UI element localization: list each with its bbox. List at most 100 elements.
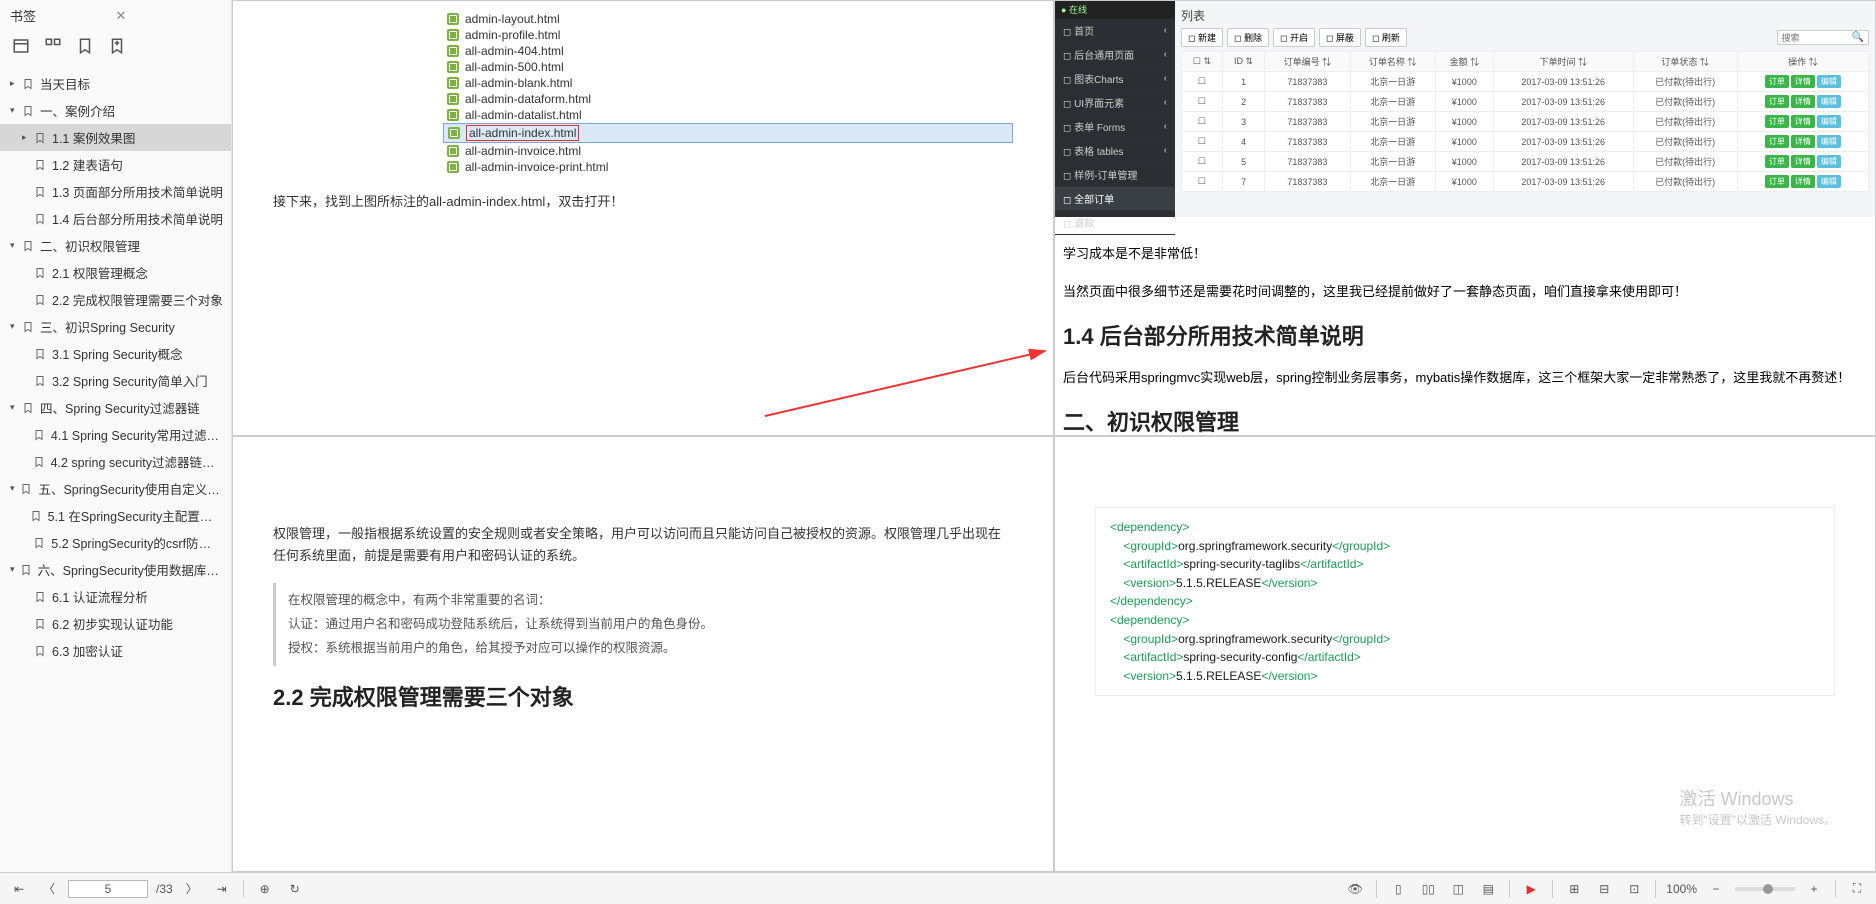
close-icon[interactable]: ✕	[116, 8, 222, 24]
tree-node[interactable]: 5.1 在SpringSecurity主配置文件中指定认证页面配置信息	[0, 502, 231, 529]
tree-node[interactable]: 4.2 spring security过滤器链加载原理	[0, 448, 231, 475]
tree-node[interactable]: 6.3 加密认证	[0, 637, 231, 664]
prev-page-icon[interactable]: 〈	[38, 878, 60, 900]
file-row[interactable]: admin-profile.html	[443, 27, 1013, 43]
bookmarks-title: 书签	[10, 6, 116, 25]
page-input[interactable]: 5	[68, 880, 148, 898]
toolbar-button[interactable]: ◻ 屏蔽	[1319, 28, 1361, 47]
toolbar-button[interactable]: ◻ 删除	[1227, 28, 1269, 47]
thumbnails-icon[interactable]	[44, 37, 62, 60]
file-list: admin-layout.htmladmin-profile.htmlall-a…	[443, 11, 1013, 175]
table-toolbar: ◻ 新建◻ 删除◻ 开启◻ 屏蔽◻ 刷新 🔍	[1181, 28, 1869, 47]
file-row[interactable]: admin-layout.html	[443, 11, 1013, 27]
panel-title: 列表	[1181, 7, 1869, 24]
table-row[interactable]: ☐271837383北京一日游¥10002017-03-09 13:51:26已…	[1182, 92, 1869, 112]
tree-node[interactable]: 1.2 建表语句	[0, 151, 231, 178]
paragraph: 后台代码采用springmvc实现web层，spring控制业务层事务，myba…	[1063, 367, 1867, 389]
file-row[interactable]: all-admin-datalist.html	[443, 107, 1013, 123]
nav-item[interactable]: ◻ 后台通用页面‹	[1055, 43, 1175, 67]
nav-item[interactable]: ◻ UI界面元素‹	[1055, 91, 1175, 115]
page-total: /33	[156, 882, 173, 896]
tree-node[interactable]: ▸当天目标	[0, 70, 231, 97]
paragraph: 权限管理，一般指根据系统设置的安全规则或者安全策略，用户可以访问而且只能访问自己…	[273, 523, 1013, 567]
tree-node[interactable]: 2.2 完成权限管理需要三个对象	[0, 286, 231, 313]
file-row[interactable]: all-admin-dataform.html	[443, 91, 1013, 107]
rotate-icon[interactable]: ↻	[284, 878, 306, 900]
layout-icon-1[interactable]: ⊞	[1563, 878, 1585, 900]
first-page-icon[interactable]: ⇤	[8, 878, 30, 900]
add-page-icon[interactable]: ⊕	[254, 878, 276, 900]
bookmarks-toolbar	[0, 31, 231, 70]
fullscreen-icon[interactable]: ⛶	[1846, 878, 1868, 900]
tree-node[interactable]: 3.2 Spring Security简单入门	[0, 367, 231, 394]
blockquote: 在权限管理的概念中，有两个非常重要的名词： 认证：通过用户名和密码成功登陆系统后…	[273, 583, 1013, 666]
book-icon[interactable]: ▤	[1477, 878, 1499, 900]
file-row[interactable]: all-admin-blank.html	[443, 75, 1013, 91]
zoom-level[interactable]: 100%	[1666, 882, 1697, 896]
file-row[interactable]: all-admin-404.html	[443, 43, 1013, 59]
table-row[interactable]: ☐771837383北京一日游¥10002017-03-09 13:51:26已…	[1182, 172, 1869, 192]
bookmark-icon[interactable]	[76, 37, 94, 60]
nav-item[interactable]: ◻ 全部订单	[1055, 187, 1175, 211]
zoom-in-icon[interactable]: +	[1803, 878, 1825, 900]
tree-node[interactable]: 5.2 SpringSecurity的csrf防护机制	[0, 529, 231, 556]
nav-item[interactable]: ◻ 首页‹	[1055, 19, 1175, 43]
nav-item[interactable]: ◻ 样例-订单管理	[1055, 163, 1175, 187]
next-page-icon[interactable]: 〉	[181, 878, 203, 900]
nav-item[interactable]: ◻ 表单 Forms‹	[1055, 115, 1175, 139]
tree-node[interactable]: ▾五、SpringSecurity使用自定义认证页面	[0, 475, 231, 502]
tree-node[interactable]: 6.1 认证流程分析	[0, 583, 231, 610]
tree-node[interactable]: ▾三、初识Spring Security	[0, 313, 231, 340]
outline-icon[interactable]	[12, 37, 30, 60]
red-arrow-annotation	[755, 341, 1055, 421]
single-page-icon[interactable]: ▯	[1387, 878, 1409, 900]
table-row[interactable]: ☐471837383北京一日游¥10002017-03-09 13:51:26已…	[1182, 132, 1869, 152]
two-page-icon[interactable]: ◫	[1447, 878, 1469, 900]
last-page-icon[interactable]: ⇥	[211, 878, 233, 900]
paragraph: 接下来，找到上图所标注的all-admin-index.html，双击打开！	[273, 191, 1013, 213]
page-bottom-left: 权限管理，一般指根据系统设置的安全规则或者安全策略，用户可以访问而且只能访问自己…	[232, 436, 1054, 872]
continuous-icon[interactable]: ▯▯	[1417, 878, 1439, 900]
tree-node[interactable]: ▾四、Spring Security过滤器链	[0, 394, 231, 421]
tree-node[interactable]: 2.1 权限管理概念	[0, 259, 231, 286]
eye-icon[interactable]: 👁	[1344, 878, 1366, 900]
tree-node[interactable]: 3.1 Spring Security概念	[0, 340, 231, 367]
table-row[interactable]: ☐171837383北京一日游¥10002017-03-09 13:51:26已…	[1182, 72, 1869, 92]
file-row[interactable]: all-admin-index.html	[443, 123, 1013, 143]
file-row[interactable]: all-admin-invoice.html	[443, 143, 1013, 159]
toolbar-button[interactable]: ◻ 刷新	[1365, 28, 1407, 47]
heading-2: 二、初识权限管理	[1063, 405, 1867, 437]
file-row[interactable]: all-admin-500.html	[443, 59, 1013, 75]
nav-item[interactable]: ◻ 表格 tables‹	[1055, 139, 1175, 163]
search-box[interactable]: 🔍	[1777, 30, 1869, 45]
orders-table: ☐ ⇅ID ⇅订单编号 ⇅订单名称 ⇅金额 ⇅下单时间 ⇅订单状态 ⇅操作 ⇅☐…	[1181, 51, 1869, 192]
tree-node[interactable]: ▾二、初识权限管理	[0, 232, 231, 259]
toolbar-button[interactable]: ◻ 开启	[1273, 28, 1315, 47]
bookmarks-tree[interactable]: ▸当天目标▾一、案例介绍▸1.1 案例效果图1.2 建表语句1.3 页面部分所用…	[0, 70, 231, 872]
tree-node[interactable]: ▸1.1 案例效果图	[0, 124, 231, 151]
search-icon[interactable]: 🔍	[1848, 31, 1868, 44]
bookmark-add-icon[interactable]	[108, 37, 126, 60]
tree-node[interactable]: 1.4 后台部分所用技术简单说明	[0, 205, 231, 232]
page-top-right: ● 在线◻ 首页‹◻ 后台通用页面‹◻ 图表Charts‹◻ UI界面元素‹◻ …	[1054, 0, 1876, 436]
tree-node[interactable]: 1.3 页面部分所用技术简单说明	[0, 178, 231, 205]
heading-1-4: 1.4 后台部分所用技术简单说明	[1063, 319, 1867, 351]
tree-node[interactable]: ▾一、案例介绍	[0, 97, 231, 124]
tree-node[interactable]: 6.2 初步实现认证功能	[0, 610, 231, 637]
table-row[interactable]: ☐571837383北京一日游¥10002017-03-09 13:51:26已…	[1182, 152, 1869, 172]
paragraph: 学习成本是不是非常低！	[1063, 243, 1867, 265]
page-bottom-right: <dependency> <groupId>org.springframewor…	[1054, 436, 1876, 872]
tree-node[interactable]: ▾六、SpringSecurity使用数据库数据完成认证	[0, 556, 231, 583]
tree-node[interactable]: 4.1 Spring Security常用过滤器介绍	[0, 421, 231, 448]
toolbar-button[interactable]: ◻ 新建	[1181, 28, 1223, 47]
nav-item[interactable]: ◻ 图表Charts‹	[1055, 67, 1175, 91]
layout-icon-2[interactable]: ⊟	[1593, 878, 1615, 900]
search-input[interactable]	[1778, 31, 1848, 44]
play-icon[interactable]: ▶	[1520, 878, 1542, 900]
admin-screenshot: ● 在线◻ 首页‹◻ 后台通用页面‹◻ 图表Charts‹◻ UI界面元素‹◻ …	[1055, 1, 1875, 217]
file-row[interactable]: all-admin-invoice-print.html	[443, 159, 1013, 175]
zoom-slider[interactable]	[1735, 887, 1795, 891]
layout-icon-3[interactable]: ⊡	[1623, 878, 1645, 900]
zoom-out-icon[interactable]: −	[1705, 878, 1727, 900]
table-row[interactable]: ☐371837383北京一日游¥10002017-03-09 13:51:26已…	[1182, 112, 1869, 132]
